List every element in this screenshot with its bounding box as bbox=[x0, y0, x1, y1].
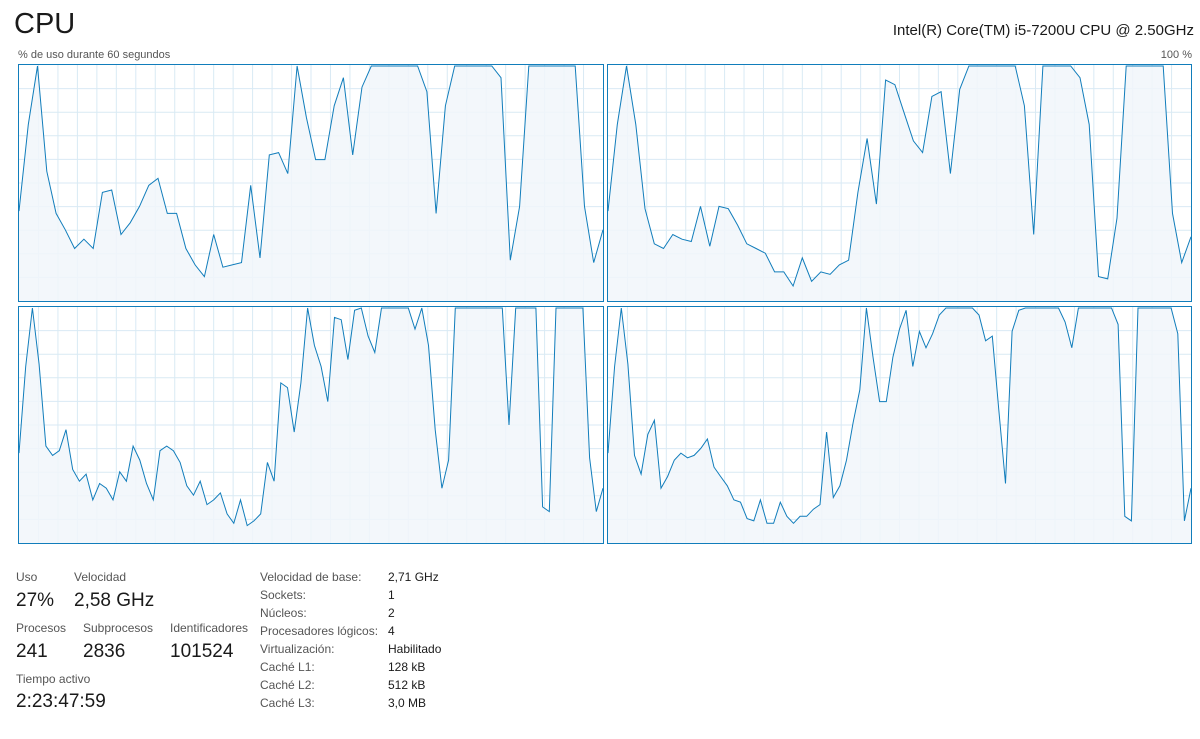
spec-key: Caché L2: bbox=[260, 678, 315, 692]
cpu-graph-0[interactable] bbox=[18, 64, 604, 302]
spec-value: 2 bbox=[388, 606, 395, 620]
spec-key: Sockets: bbox=[260, 588, 307, 602]
procesos-label: Procesos bbox=[16, 621, 67, 635]
spec-key: Núcleos: bbox=[260, 606, 307, 620]
spec-key: Procesadores lógicos: bbox=[260, 624, 379, 638]
spec-row: Núcleos: 2 bbox=[260, 604, 441, 622]
spec-value: 128 kB bbox=[388, 660, 426, 674]
cpu-usage-chart bbox=[19, 65, 603, 301]
spec-value: 512 kB bbox=[388, 678, 426, 692]
spec-row: Caché L2: 512 kB bbox=[260, 676, 441, 694]
spec-value: 2,71 GHz bbox=[388, 570, 439, 584]
identificadores-label: Identificadores bbox=[170, 621, 249, 635]
tiempo-activo-value: 2:23:47:59 bbox=[16, 691, 106, 712]
velocidad-value: 2,58 GHz bbox=[74, 590, 155, 611]
subprocesos-value: 2836 bbox=[83, 641, 126, 662]
cpu-usage-chart bbox=[608, 65, 1191, 301]
spec-row: Caché L1: 128 kB bbox=[260, 658, 441, 676]
cpu-graph-3[interactable] bbox=[607, 306, 1192, 544]
spec-key: Virtualización: bbox=[260, 642, 335, 656]
velocidad-label: Velocidad bbox=[74, 570, 127, 584]
spec-key: Caché L1: bbox=[260, 660, 315, 674]
spec-row: Velocidad de base: 2,71 GHz bbox=[260, 568, 441, 586]
uso-label: Uso bbox=[16, 570, 38, 584]
spec-row: Caché L3: 3,0 MB bbox=[260, 694, 441, 712]
spec-key: Caché L3: bbox=[260, 696, 315, 710]
cpu-model-name: Intel(R) Core(TM) i5-7200U CPU @ 2.50GHz bbox=[892, 22, 1194, 39]
spec-value: 4 bbox=[388, 624, 395, 638]
spec-value: 1 bbox=[388, 588, 395, 602]
spec-row: Virtualización: Habilitado bbox=[260, 640, 441, 658]
uso-value: 27% bbox=[16, 590, 55, 611]
cpu-graph-1[interactable] bbox=[607, 64, 1192, 302]
cpu-graph-2[interactable] bbox=[18, 306, 604, 544]
subprocesos-label: Subprocesos bbox=[83, 621, 154, 635]
tiempo-activo-label: Tiempo activo bbox=[16, 672, 91, 686]
procesos-value: 241 bbox=[16, 641, 48, 662]
graph-axis-max-label: 100 % bbox=[1160, 49, 1192, 61]
page-title: CPU bbox=[14, 8, 76, 40]
cpu-usage-chart bbox=[608, 307, 1191, 543]
graph-axis-label: % de uso durante 60 segundos bbox=[18, 49, 171, 61]
cpu-usage-chart bbox=[19, 307, 603, 543]
spec-value: Habilitado bbox=[388, 642, 442, 656]
spec-key: Velocidad de base: bbox=[260, 570, 362, 584]
spec-row: Sockets: 1 bbox=[260, 586, 441, 604]
identificadores-value: 101524 bbox=[170, 641, 234, 662]
spec-value: 3,0 MB bbox=[388, 696, 427, 710]
spec-row: Procesadores lógicos: 4 bbox=[260, 622, 441, 640]
cpu-graphs-grid bbox=[18, 64, 1192, 544]
cpu-specs-table: Velocidad de base: 2,71 GHz Sockets: 1 Núc… bbox=[260, 568, 441, 712]
